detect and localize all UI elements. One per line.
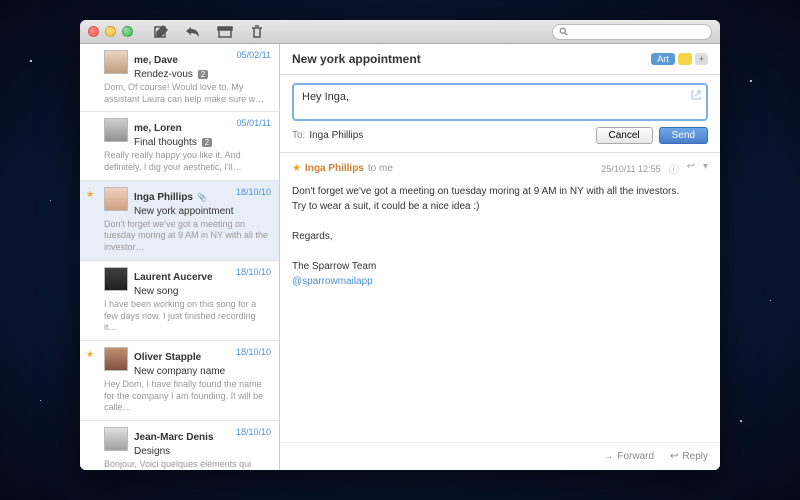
tag-yellow[interactable]	[678, 53, 692, 65]
attachment-icon: 📎	[197, 193, 207, 202]
avatar	[104, 187, 128, 211]
item-date: 18/10/10	[236, 347, 271, 357]
forward-button[interactable]: → Forward	[603, 451, 654, 462]
app-window: me, Dave 05/02/11 Rendez-vous 2 Dom, Of cou…	[80, 20, 720, 470]
avatar	[104, 50, 128, 74]
zoom-button[interactable]	[122, 26, 133, 37]
list-item[interactable]: me, Dave 05/02/11 Rendez-vous 2 Dom, Of cou…	[80, 44, 279, 112]
item-preview: I have been working on this song for a f…	[104, 299, 271, 334]
more-icon[interactable]: ▾	[703, 161, 708, 176]
handle-link[interactable]: @sparrowmailapp	[292, 276, 373, 287]
search-input[interactable]	[552, 24, 712, 40]
item-from: me, Dave	[134, 55, 178, 66]
message-title: New york appointment	[292, 52, 421, 66]
item-subject: Rendez-vous 2	[134, 69, 271, 80]
compose-area: Hey Inga, To: Inga Phillips Cancel Send	[280, 75, 720, 153]
archive-icon[interactable]	[217, 24, 233, 40]
message-from: Inga Phillips	[305, 163, 364, 174]
message-date: 25/10/11 12:55	[601, 164, 660, 174]
close-button[interactable]	[88, 26, 99, 37]
item-preview: Dom, Of course! Would love to. My assist…	[104, 82, 271, 105]
popout-icon[interactable]	[690, 89, 702, 104]
titlebar	[80, 20, 720, 44]
tag-art[interactable]: Art	[651, 53, 675, 65]
item-date: 05/01/11	[237, 118, 271, 128]
compose-icon[interactable]	[153, 24, 169, 40]
reply-action-icon[interactable]: ↩	[687, 161, 695, 176]
item-from: me, Loren	[134, 123, 182, 134]
to-label: To:	[292, 130, 305, 141]
info-icon[interactable]: ⓘ	[669, 161, 679, 176]
item-subject: Final thoughts 2	[134, 137, 271, 148]
item-subject: Designs	[134, 446, 271, 457]
window-controls	[88, 26, 133, 37]
item-subject: New york appointment	[134, 206, 271, 217]
star-icon: ★	[86, 349, 94, 360]
list-item[interactable]: Laurent Aucerve 18/10/10 New song I have be…	[80, 261, 279, 341]
count-badge: 2	[198, 70, 208, 79]
message-body: ★ Inga Phillips to me 25/10/11 12:55 ⓘ ↩…	[280, 153, 720, 442]
item-subject: New song	[134, 286, 271, 297]
item-from: Inga Phillips	[134, 192, 193, 203]
item-preview: Don't forget we've got a meeting on tues…	[104, 219, 271, 254]
item-date: 18/10/10	[236, 427, 271, 437]
trash-icon[interactable]	[249, 24, 265, 40]
compose-body[interactable]: Hey Inga,	[292, 83, 708, 121]
message-pane: New york appointment Art + Hey Inga, To:…	[280, 44, 720, 470]
avatar	[104, 427, 128, 451]
list-item[interactable]: ★ Inga Phillips 📎 18/10/10 New york appoint…	[80, 181, 279, 261]
message-to: to me	[368, 163, 393, 174]
list-item[interactable]: Jean-Marc Denis 18/10/10 Designs Bonjour, V…	[80, 421, 279, 470]
star-icon[interactable]: ★	[292, 163, 301, 174]
avatar	[104, 267, 128, 291]
item-from: Jean-Marc Denis	[134, 432, 213, 443]
list-item[interactable]: me, Loren 05/01/11 Final thoughts 2 Really …	[80, 112, 279, 180]
to-value: Inga Phillips	[309, 130, 363, 141]
item-date: 18/10/10	[236, 267, 271, 277]
cancel-button[interactable]: Cancel	[596, 127, 653, 144]
item-preview: Really really happy you like it. And def…	[104, 150, 271, 173]
avatar	[104, 347, 128, 371]
reply-button[interactable]: ↩ Reply	[670, 451, 708, 462]
item-date: 05/02/11	[237, 50, 271, 60]
item-date: 18/10/10	[236, 187, 271, 197]
tag-add[interactable]: +	[695, 53, 708, 65]
search-icon	[559, 27, 569, 37]
send-button[interactable]: Send	[659, 127, 708, 144]
item-from: Oliver Stapple	[134, 352, 201, 363]
item-subject: New company name	[134, 366, 271, 377]
item-preview: Hey Dom, I have finally found the name f…	[104, 379, 271, 414]
minimize-button[interactable]	[105, 26, 116, 37]
item-from: Laurent Aucerve	[134, 272, 213, 283]
message-list: me, Dave 05/02/11 Rendez-vous 2 Dom, Of cou…	[80, 44, 280, 470]
star-icon: ★	[86, 189, 94, 200]
reply-icon[interactable]	[185, 24, 201, 40]
avatar	[104, 118, 128, 142]
count-badge: 2	[202, 138, 212, 147]
item-preview: Bonjour, Voici quelques éléments qui vou…	[104, 459, 271, 470]
list-item[interactable]: ★ Oliver Stapple 18/10/10 New company name H…	[80, 341, 279, 421]
